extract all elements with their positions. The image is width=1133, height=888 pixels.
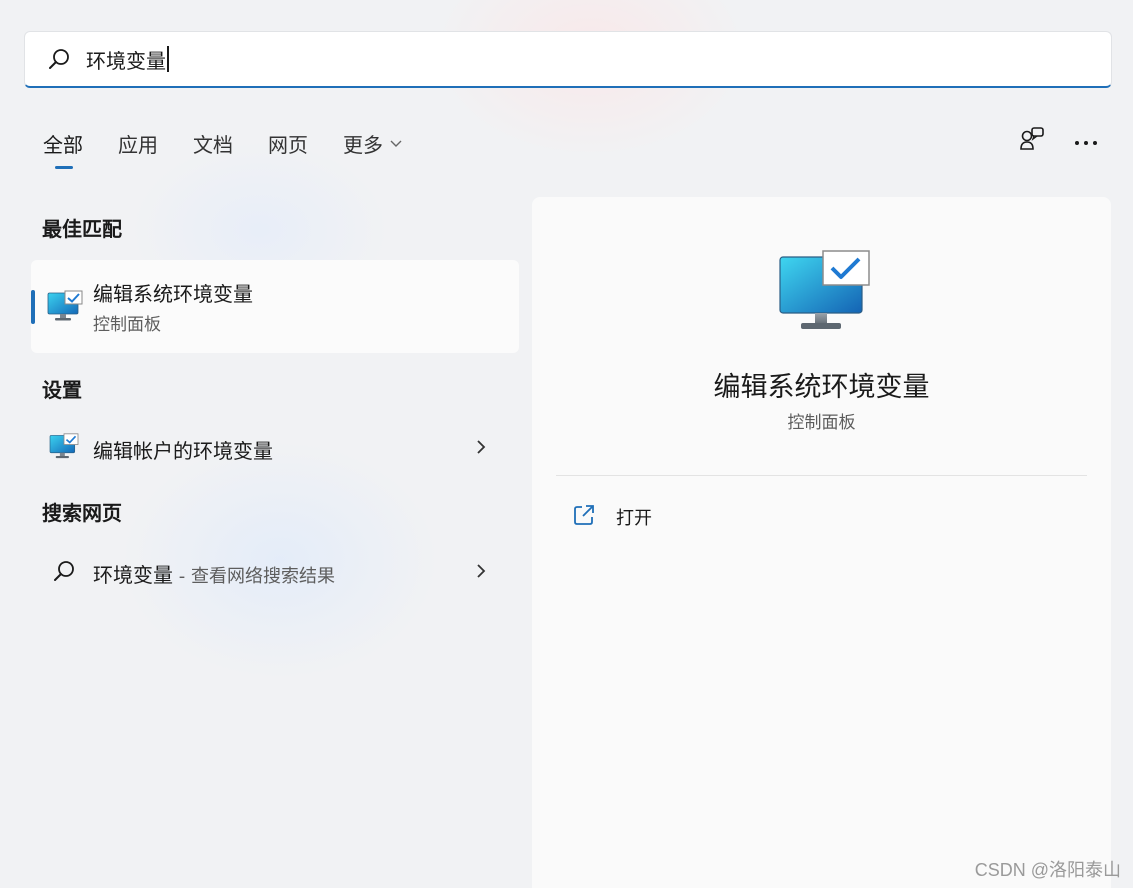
web-result-term: 环境变量 bbox=[93, 563, 173, 587]
chevron-down-icon bbox=[389, 138, 403, 148]
control-panel-monitor-icon bbox=[779, 249, 871, 337]
chevron-right-icon bbox=[471, 561, 491, 581]
selection-accent bbox=[31, 290, 35, 324]
web-result-text: 环境变量 - 查看网络搜索结果 bbox=[93, 559, 335, 588]
people-chat-icon bbox=[1018, 125, 1046, 157]
tab-label: 网页 bbox=[268, 132, 308, 157]
section-title-settings: 设置 bbox=[42, 378, 82, 402]
web-result-suffix: - 查看网络搜索结果 bbox=[173, 566, 335, 587]
section-title-best-match: 最佳匹配 bbox=[42, 217, 122, 241]
open-action-label: 打开 bbox=[616, 508, 652, 529]
search-icon bbox=[46, 46, 72, 72]
settings-result-title: 编辑帐户的环境变量 bbox=[93, 439, 273, 463]
tab-apps[interactable]: 应用 bbox=[118, 129, 158, 158]
search-query: 环境变量 bbox=[86, 48, 166, 73]
settings-result-account-env[interactable]: 编辑帐户的环境变量 bbox=[31, 421, 519, 473]
tab-more[interactable]: 更多 bbox=[343, 129, 403, 158]
best-match-subtitle: 控制面板 bbox=[93, 315, 161, 335]
top-right-toolbar bbox=[1016, 126, 1102, 156]
detail-panel: 编辑系统环境变量 控制面板 打开 bbox=[532, 197, 1111, 888]
detail-title: 编辑系统环境变量 bbox=[713, 372, 930, 403]
tab-label: 文档 bbox=[193, 132, 233, 157]
open-action-button[interactable]: 打开 bbox=[572, 503, 652, 531]
tab-documents[interactable]: 文档 bbox=[193, 129, 233, 158]
detail-subtitle: 控制面板 bbox=[787, 413, 856, 433]
chevron-right-icon bbox=[471, 437, 491, 457]
watermark: CSDN @洛阳泰山 bbox=[974, 860, 1121, 880]
filter-tabs: 全部 应用 文档 网页 更多 bbox=[43, 128, 438, 169]
ellipsis-icon bbox=[1074, 132, 1098, 151]
control-panel-monitor-icon bbox=[49, 433, 79, 465]
tab-label: 更多 bbox=[343, 132, 383, 157]
tab-label: 应用 bbox=[118, 132, 158, 157]
search-box[interactable]: 环境变量 bbox=[24, 31, 1112, 88]
account-switch-button[interactable] bbox=[1016, 126, 1048, 156]
search-icon bbox=[52, 559, 76, 587]
tab-web[interactable]: 网页 bbox=[268, 129, 308, 158]
more-options-button[interactable] bbox=[1070, 126, 1102, 156]
active-tab-indicator bbox=[55, 165, 73, 169]
divider bbox=[556, 475, 1087, 476]
tab-all[interactable]: 全部 bbox=[43, 129, 83, 169]
text-caret bbox=[167, 46, 169, 72]
open-external-icon bbox=[572, 503, 596, 531]
control-panel-monitor-icon bbox=[47, 290, 83, 328]
tab-label: 全部 bbox=[43, 132, 83, 157]
best-match-result[interactable]: 编辑系统环境变量 控制面板 bbox=[31, 260, 519, 353]
web-search-result[interactable]: 环境变量 - 查看网络搜索结果 bbox=[31, 545, 519, 597]
best-match-title: 编辑系统环境变量 bbox=[93, 282, 253, 306]
search-input[interactable]: 环境变量 bbox=[86, 45, 169, 74]
section-title-web: 搜索网页 bbox=[42, 501, 122, 525]
